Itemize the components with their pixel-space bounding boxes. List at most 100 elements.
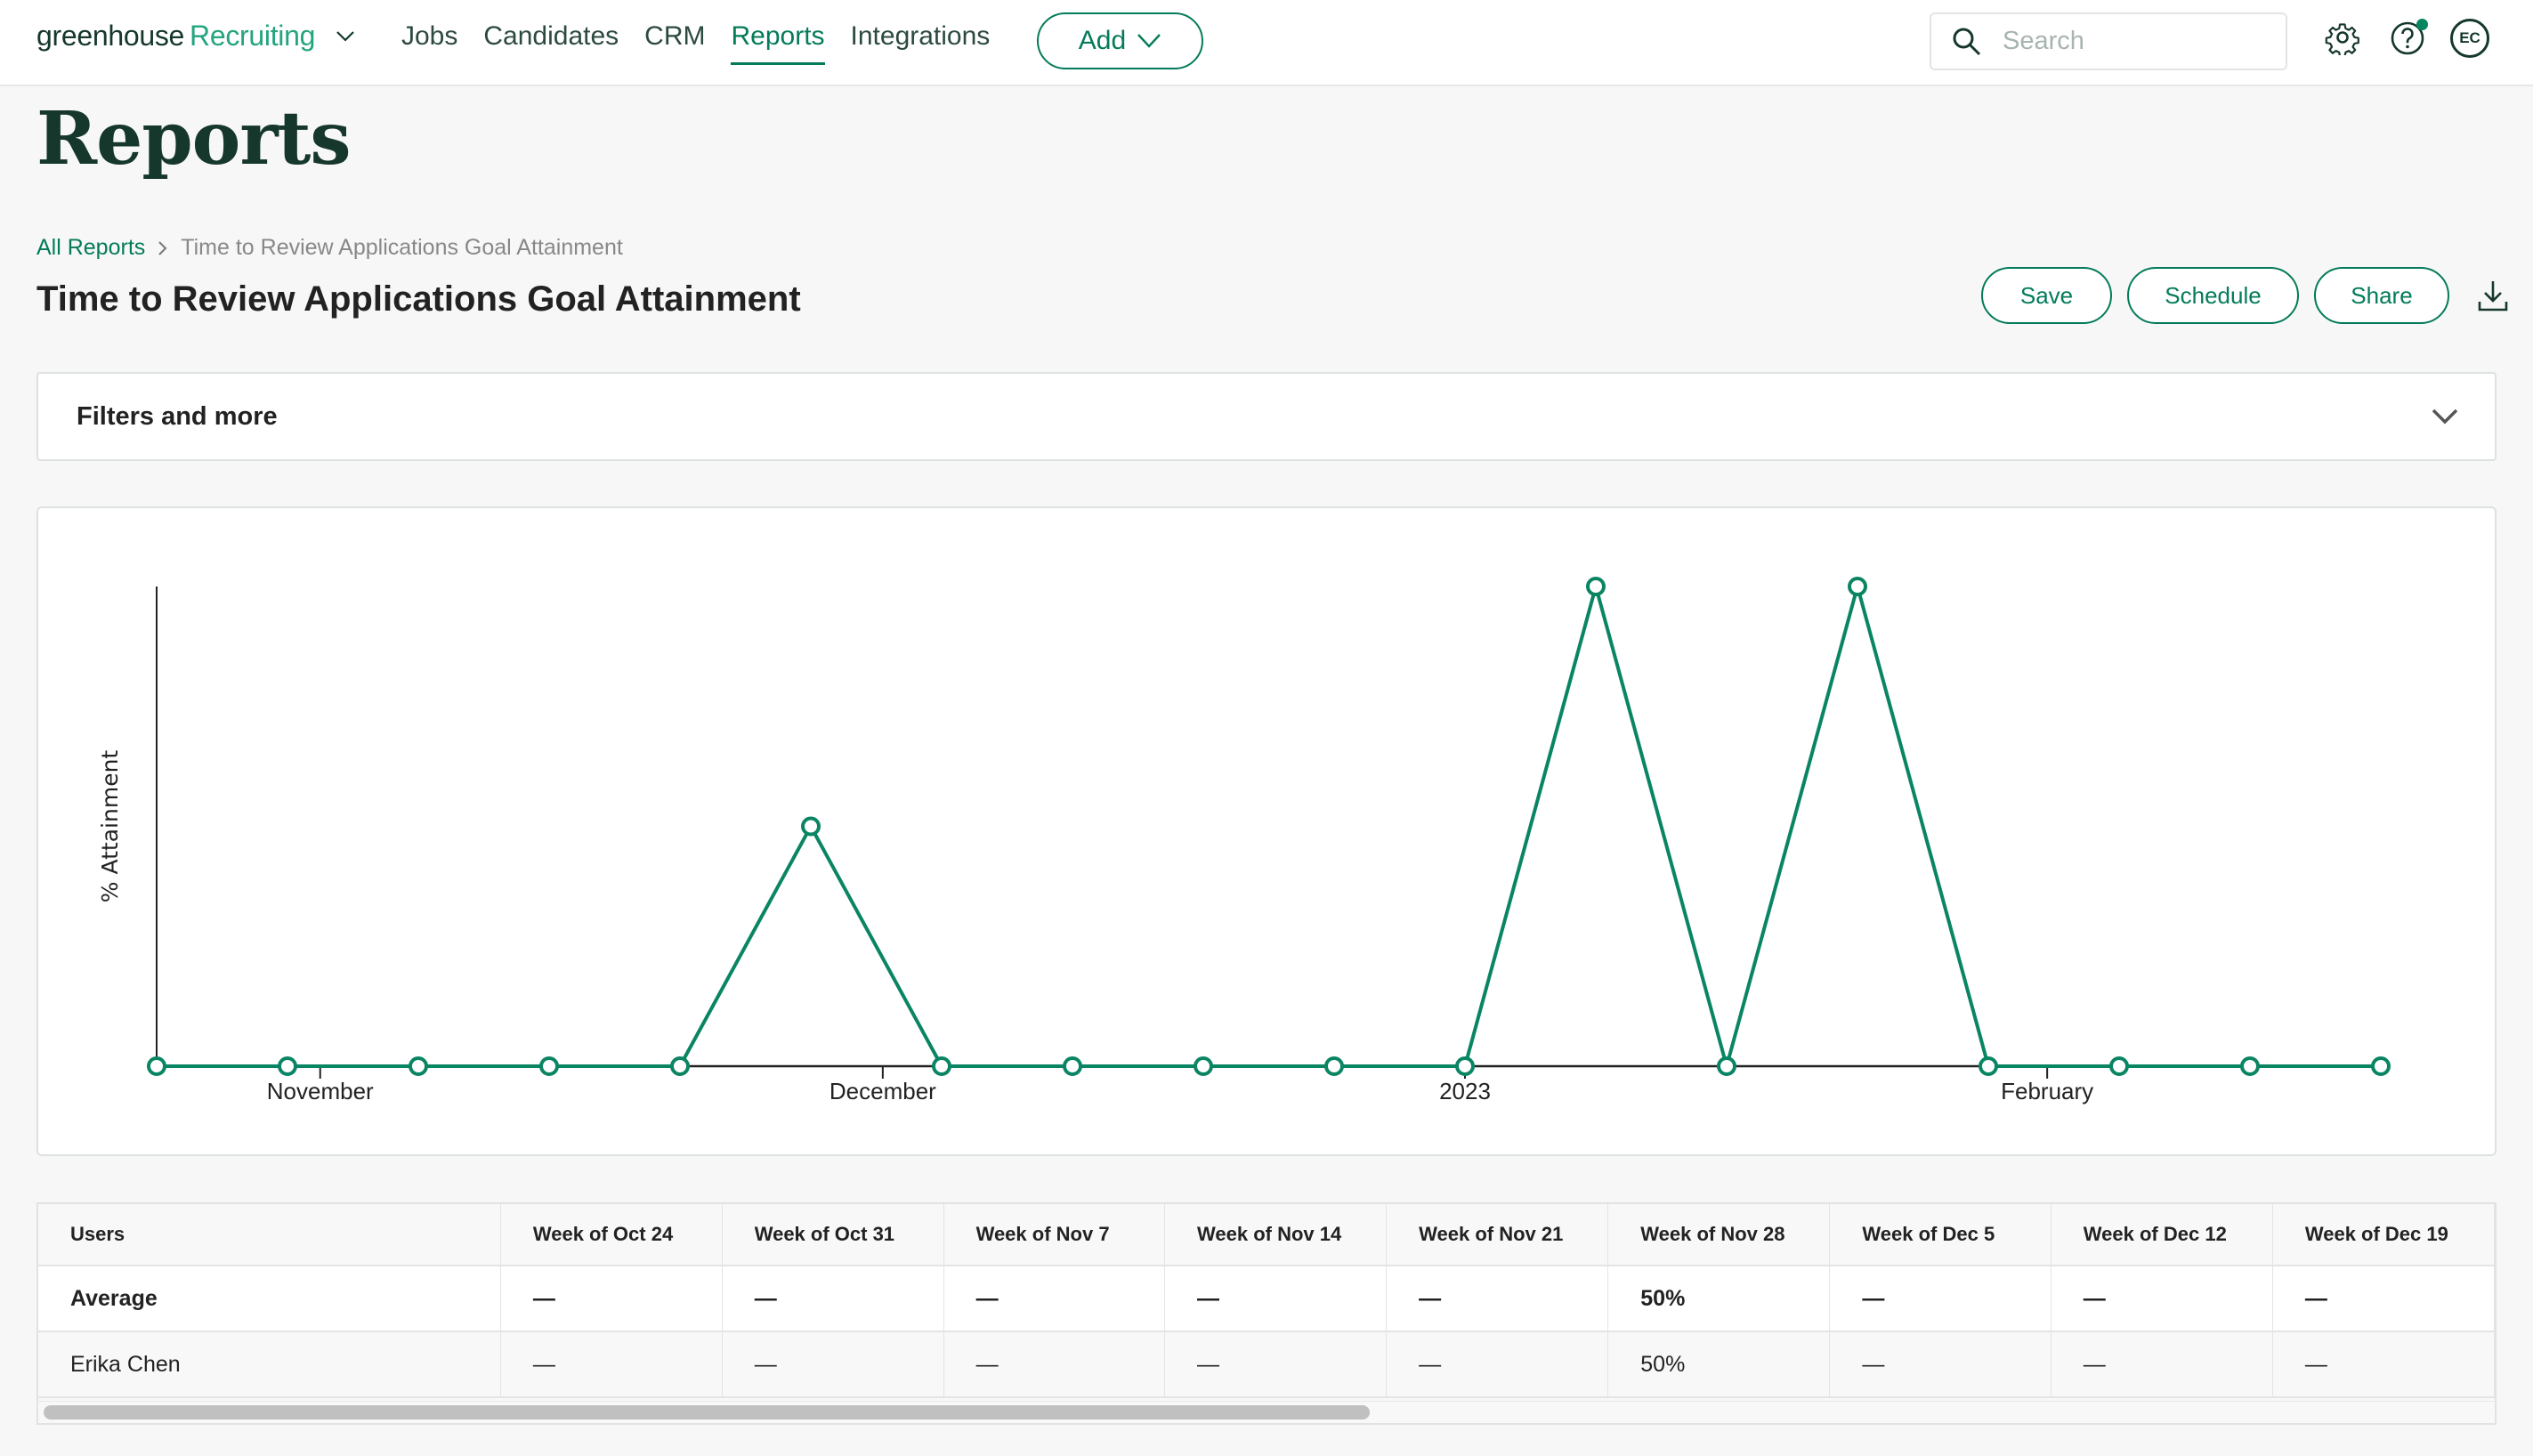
table-cell: —: [2051, 1266, 2273, 1332]
download-icon: [2478, 281, 2508, 311]
breadcrumb: All Reports Time to Review Applications …: [36, 235, 623, 261]
column-header-week[interactable]: Week of Nov 7: [943, 1204, 1166, 1266]
report-table-container: Users Week of Oct 24 Week of Oct 31 Week of…: [36, 1202, 2497, 1425]
product-switcher[interactable]: greenhouse Recruiting: [36, 20, 356, 53]
data-point: [2371, 1056, 2391, 1076]
data-point: [1586, 577, 1606, 596]
column-header-week[interactable]: Week of Dec 5: [1829, 1204, 2051, 1266]
top-navigation-bar: greenhouse Recruiting Jobs Candidates CR…: [0, 0, 2533, 86]
column-header-week[interactable]: Week of Nov 21: [1386, 1204, 1609, 1266]
nav-reports[interactable]: Reports: [731, 21, 825, 65]
horizontal-scrollbar[interactable]: [38, 1401, 2495, 1422]
help-button[interactable]: [2389, 18, 2428, 57]
chevron-right-icon: [158, 240, 167, 255]
x-tick-label: November: [267, 1078, 374, 1104]
data-point: [1194, 1056, 1213, 1076]
table-cell: —: [722, 1266, 944, 1332]
column-header-week[interactable]: Week of Oct 24: [500, 1204, 723, 1266]
scrollbar-thumb[interactable]: [44, 1405, 1370, 1420]
column-header-week[interactable]: Week of Nov 14: [1164, 1204, 1388, 1266]
breadcrumb-current: Time to Review Applications Goal Attainm…: [181, 235, 623, 260]
gear-icon: [2325, 23, 2359, 55]
data-point: [1455, 1056, 1475, 1076]
chart-container: % Attainment November December 2023 February: [36, 506, 2497, 1156]
column-header-week[interactable]: Week of Dec 19: [2272, 1204, 2495, 1266]
table-cell: —: [2272, 1331, 2495, 1398]
table-cell: —: [1164, 1331, 1388, 1398]
schedule-button[interactable]: Schedule: [2127, 267, 2299, 324]
search-icon: [1953, 28, 1981, 55]
x-tick-label: February: [2001, 1078, 2093, 1104]
data-point: [147, 1056, 166, 1076]
column-header-week[interactable]: Week of Oct 31: [722, 1204, 944, 1266]
column-header-week[interactable]: Week of Nov 28: [1607, 1204, 1831, 1266]
table-cell: —: [500, 1331, 723, 1398]
table-cell: —: [722, 1331, 944, 1398]
data-point: [2109, 1056, 2129, 1076]
save-button[interactable]: Save: [1981, 267, 2112, 324]
line-chart: % Attainment November December 2023 February: [97, 577, 2391, 1104]
data-point: [1979, 1056, 1998, 1076]
data-point: [2240, 1056, 2260, 1076]
chevron-down-icon: [1137, 34, 1161, 48]
data-point: [932, 1056, 951, 1076]
data-point: [539, 1056, 559, 1076]
report-actions: Save Schedule Share: [1981, 267, 2511, 324]
data-point: [1848, 577, 1867, 596]
logo-greenhouse: greenhouse: [36, 20, 185, 52]
breadcrumb-all-reports[interactable]: All Reports: [36, 235, 145, 261]
chevron-down-icon: [2432, 408, 2458, 425]
search-input[interactable]: [2003, 27, 2270, 56]
table-cell: —: [2051, 1331, 2273, 1398]
user-avatar[interactable]: EC: [2450, 19, 2489, 58]
add-button[interactable]: Add: [1037, 12, 1203, 69]
add-button-label: Add: [1078, 26, 1127, 55]
data-point: [278, 1056, 297, 1076]
download-button[interactable]: [2475, 278, 2511, 313]
table-header-row: Users Week of Oct 24 Week of Oct 31 Week of…: [38, 1204, 2495, 1266]
table-cell: —: [1386, 1331, 1609, 1398]
table-cell: —: [1164, 1266, 1388, 1332]
filters-label: Filters and more: [77, 402, 278, 431]
table-cell: 50%: [1607, 1266, 1831, 1332]
data-point: [1063, 1056, 1082, 1076]
notification-dot: [2416, 19, 2428, 30]
nav-candidates[interactable]: Candidates: [483, 21, 619, 52]
data-point: [670, 1056, 690, 1076]
column-header-week[interactable]: Week of Dec 12: [2051, 1204, 2273, 1266]
page-title: Reports: [36, 96, 352, 182]
search-box[interactable]: [1930, 12, 2287, 70]
settings-button[interactable]: [2323, 18, 2362, 57]
table-cell: —: [1386, 1266, 1609, 1332]
data-point: [1324, 1056, 1344, 1076]
row-user-name: Erika Chen: [38, 1331, 501, 1398]
table-cell: —: [943, 1331, 1166, 1398]
x-tick-label: December: [829, 1078, 936, 1104]
nav-jobs[interactable]: Jobs: [401, 21, 457, 52]
data-point: [801, 816, 821, 837]
y-axis-label: % Attainment: [97, 750, 123, 903]
chevron-down-icon: [336, 30, 354, 42]
table-cell: —: [500, 1266, 723, 1332]
table-cell: —: [943, 1266, 1166, 1332]
nav-integrations[interactable]: Integrations: [851, 21, 991, 52]
table-cell: 50%: [1607, 1331, 1831, 1398]
table-row: Average — — — — —50% — — —: [38, 1266, 2495, 1332]
report-title: Time to Review Applications Goal Attainm…: [36, 279, 801, 319]
main-nav: Jobs Candidates CRM Reports Integrations: [401, 21, 1016, 65]
table-cell: —: [1829, 1266, 2051, 1332]
report-table: Users Week of Oct 24 Week of Oct 31 Week of…: [38, 1204, 2495, 1398]
x-tick-label: 2023: [1439, 1078, 1491, 1104]
table-cell: —: [2272, 1266, 2495, 1332]
data-point: [1717, 1056, 1736, 1076]
filters-panel[interactable]: Filters and more: [36, 372, 2497, 461]
column-header-users[interactable]: Users: [38, 1204, 501, 1266]
data-point: [409, 1056, 428, 1076]
nav-crm[interactable]: CRM: [644, 21, 705, 52]
table-row: Erika Chen — — — — —50% — — —: [38, 1331, 2495, 1398]
logo-recruiting: Recruiting: [190, 20, 316, 52]
series-line: [157, 579, 2381, 1073]
row-user-name: Average: [38, 1266, 501, 1332]
share-button[interactable]: Share: [2314, 267, 2449, 324]
table-cell: —: [1829, 1331, 2051, 1398]
